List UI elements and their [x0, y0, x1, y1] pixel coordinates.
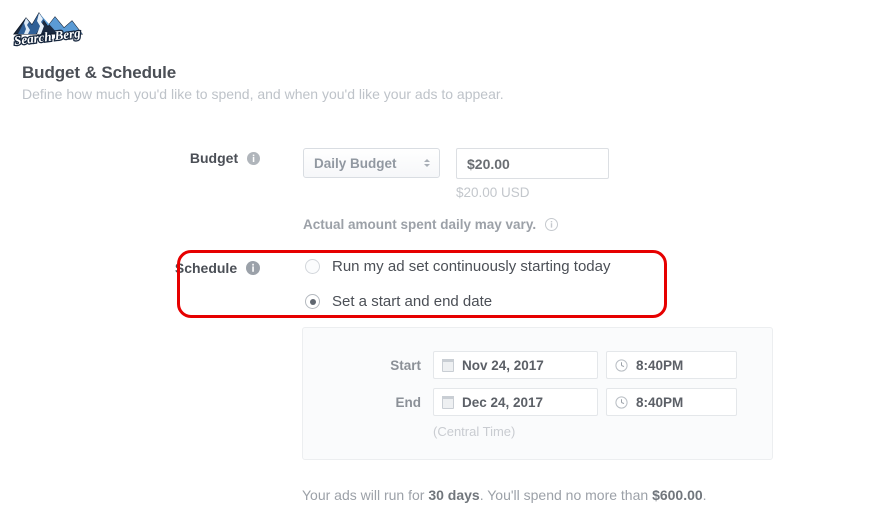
end-label: End [395, 394, 422, 410]
schedule-date-panel: Start Nov 24, 2017 8:40PM End Dec 24, 20… [302, 327, 773, 460]
budget-amount-value: $20.00 [467, 155, 510, 172]
start-time-value: 8:40PM [636, 357, 684, 373]
timezone-note: (Central Time) [433, 424, 516, 439]
start-date-input[interactable]: Nov 24, 2017 [433, 351, 598, 379]
updown-chevron-icon [423, 159, 431, 167]
start-date-row: Start Nov 24, 2017 8:40PM [361, 351, 737, 379]
schedule-option-start-end-label: Set a start and end date [332, 293, 493, 310]
schedule-option-continuous-label: Run my ad set continuously starting toda… [332, 258, 611, 275]
schedule-label: Schedule [120, 260, 260, 278]
calendar-icon [442, 358, 454, 372]
calendar-icon [442, 395, 454, 409]
info-icon[interactable] [247, 152, 260, 168]
clock-icon [615, 358, 628, 372]
budget-label: Budget [120, 150, 260, 168]
page-subtitle: Define how much you'd like to spend, and… [22, 86, 504, 102]
budget-vary-note: Actual amount spent daily may vary. [303, 217, 558, 234]
summary-prefix: Your ads will run for [302, 487, 429, 503]
end-date-value: Dec 24, 2017 [462, 394, 544, 410]
end-date-row: End Dec 24, 2017 8:40PM [361, 388, 737, 416]
summary-total: $600.00 [652, 487, 703, 503]
section-header: Budget & Schedule Define how much you'd … [22, 63, 722, 103]
budget-type-select[interactable]: Daily Budget [303, 148, 440, 178]
end-time-value: 8:40PM [636, 394, 684, 410]
brand-logo: Search Berg [10, 8, 88, 48]
schedule-option-continuous[interactable]: Run my ad set continuously starting toda… [305, 258, 610, 275]
schedule-summary: Your ads will run for 30 days. You'll sp… [302, 487, 707, 503]
schedule-option-start-end[interactable]: Set a start and end date [305, 293, 492, 310]
start-date-value: Nov 24, 2017 [462, 357, 544, 373]
summary-duration: 30 days [428, 487, 480, 503]
budget-currency-note: $20.00 USD [456, 185, 530, 200]
info-icon[interactable] [246, 261, 260, 278]
info-icon[interactable] [544, 218, 558, 234]
end-time-input[interactable]: 8:40PM [606, 388, 737, 416]
summary-middle: . You'll spend no more than [479, 487, 653, 503]
summary-suffix: . [702, 487, 707, 503]
clock-icon [615, 395, 628, 409]
budget-vary-note-text: Actual amount spent daily may vary. [303, 217, 537, 232]
radio-button-unselected[interactable] [305, 259, 320, 274]
budget-label-text: Budget [189, 150, 239, 166]
start-label: Start [390, 357, 421, 373]
start-time-input[interactable]: 8:40PM [606, 351, 737, 379]
budget-amount-input[interactable]: $20.00 [456, 148, 609, 179]
mountain-icon: Search Berg [12, 12, 83, 48]
radio-button-selected[interactable] [305, 294, 320, 309]
budget-type-value: Daily Budget [314, 155, 397, 171]
end-date-input[interactable]: Dec 24, 2017 [433, 388, 598, 416]
schedule-label-text: Schedule [174, 260, 238, 276]
page-title: Budget & Schedule [22, 63, 177, 82]
